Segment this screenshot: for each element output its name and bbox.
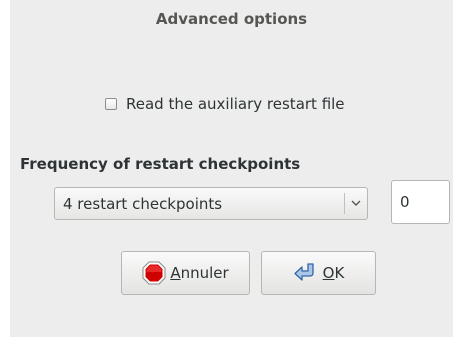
checkpoints-combobox-value: 4 restart checkpoints [63,194,223,213]
advanced-options-dialog: Advanced options Read the auxiliary rest… [10,0,453,337]
cancel-button-label: Annuler [170,264,228,282]
cancel-mnemonic: A [170,264,181,282]
enter-arrow-icon [293,262,319,284]
ok-button-label: OK [323,264,345,282]
restart-file-checkbox[interactable] [105,98,117,110]
chevron-down-icon[interactable] [345,197,367,210]
cancel-label-rest: nnuler [180,264,229,282]
restart-file-label[interactable]: Read the auxiliary restart file [126,95,345,113]
dialog-title: Advanced options [155,10,308,28]
restart-file-checkbox-row[interactable]: Read the auxiliary restart file [105,94,345,114]
checkpoints-combobox[interactable]: 4 restart checkpoints [54,187,368,220]
checkpoints-value-field[interactable] [391,180,450,224]
ok-label-rest: K [334,264,345,282]
cancel-button[interactable]: Annuler [121,251,250,295]
stop-icon [142,261,166,285]
ok-button[interactable]: OK [261,251,376,295]
checkpoints-frequency-label: Frequency of restart checkpoints [20,155,301,173]
ok-mnemonic: O [322,264,335,282]
